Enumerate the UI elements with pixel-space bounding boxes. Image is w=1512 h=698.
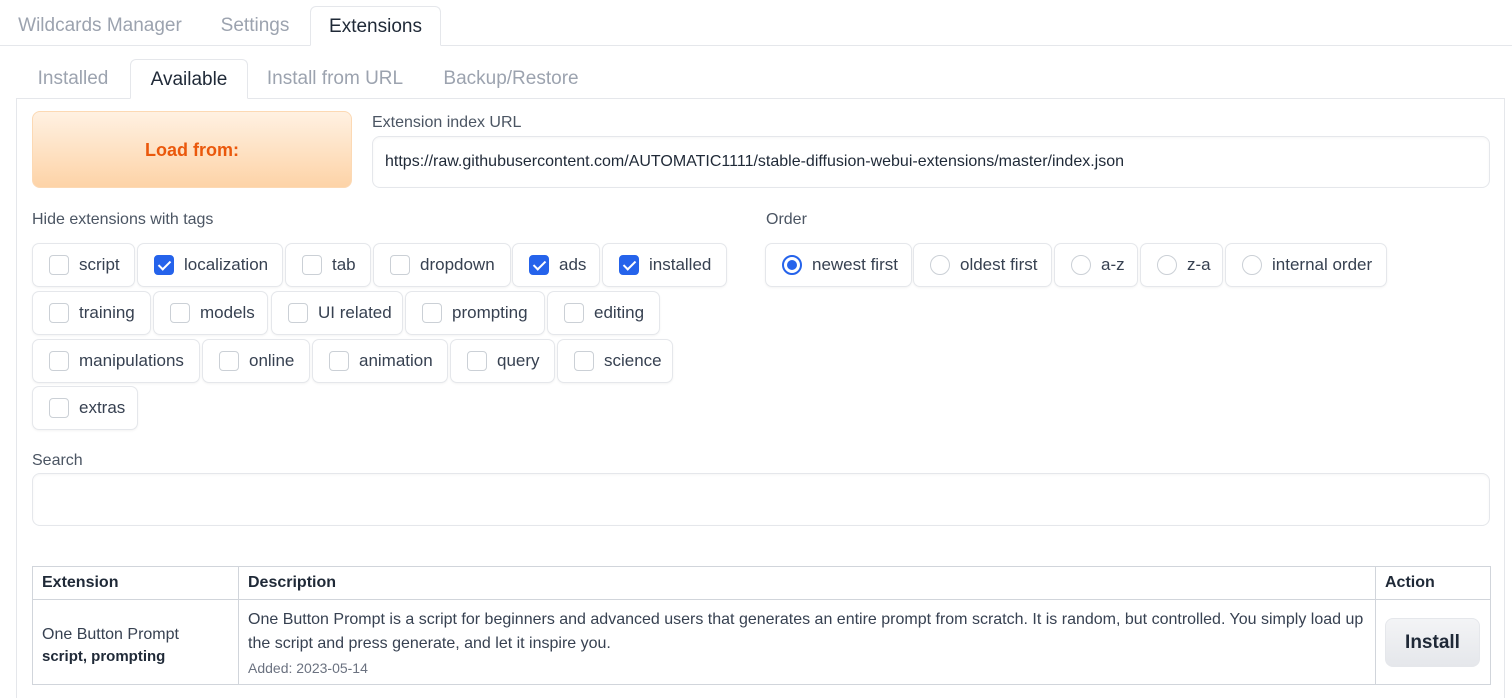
tag-checkbox-prompting[interactable]: prompting xyxy=(405,291,545,335)
tag-label: models xyxy=(200,303,255,322)
order-option-label: internal order xyxy=(1272,255,1373,274)
radio-button[interactable] xyxy=(930,255,950,275)
tag-checkbox-ads[interactable]: ads xyxy=(512,243,600,287)
tag-label: UI related xyxy=(318,303,392,322)
checkbox[interactable] xyxy=(49,351,69,371)
extension-tags: script, prompting xyxy=(42,648,166,665)
checkbox[interactable] xyxy=(574,351,594,371)
checkbox[interactable] xyxy=(564,303,584,323)
tag-label: editing xyxy=(594,303,645,322)
extension-description: One Button Prompt is a script for beginn… xyxy=(248,611,1364,652)
tab-install-from-url[interactable]: Install from URL xyxy=(254,59,416,99)
tag-checkbox-ui-related[interactable]: UI related xyxy=(271,291,403,335)
order-option-label: a-z xyxy=(1101,255,1125,274)
tag-label: query xyxy=(497,351,540,370)
tab-extensions[interactable]: Extensions xyxy=(310,6,441,46)
extension-index-url-label: Extension index URL xyxy=(372,114,522,131)
tab-available[interactable]: Available xyxy=(130,59,248,99)
checkbox[interactable] xyxy=(49,255,69,275)
tag-checkbox-extras[interactable]: extras xyxy=(32,386,138,430)
order-option-label: z-a xyxy=(1187,255,1211,274)
checkbox[interactable] xyxy=(390,255,410,275)
top-tab-bar: Wildcards Manager Settings Extensions xyxy=(0,0,1512,46)
table-header-row: Extension Description Action xyxy=(32,566,1491,600)
tag-label: localization xyxy=(184,255,269,274)
checkbox[interactable] xyxy=(529,255,549,275)
tag-label: installed xyxy=(649,255,712,274)
action-cell: Install xyxy=(1375,599,1491,685)
tag-checkbox-script[interactable]: script xyxy=(32,243,135,287)
tag-checkbox-manipulations[interactable]: manipulations xyxy=(32,339,200,383)
extension-name-link[interactable]: One Button Prompt xyxy=(42,623,229,647)
tag-checkbox-online[interactable]: online xyxy=(202,339,310,383)
column-header-action: Action xyxy=(1375,566,1491,600)
tag-label: prompting xyxy=(452,303,528,322)
column-header-extension: Extension xyxy=(32,566,239,600)
tag-checkbox-science[interactable]: science xyxy=(557,339,673,383)
search-label: Search xyxy=(32,452,83,469)
tag-label: online xyxy=(249,351,295,370)
checkbox[interactable] xyxy=(49,398,69,418)
tag-checkbox-localization[interactable]: localization xyxy=(137,243,283,287)
order-radio-internal-order[interactable]: internal order xyxy=(1225,243,1387,287)
order-radio-newest-first[interactable]: newest first xyxy=(765,243,912,287)
checkbox[interactable] xyxy=(288,303,308,323)
checkbox[interactable] xyxy=(467,351,487,371)
tag-checkbox-models[interactable]: models xyxy=(153,291,268,335)
tag-checkbox-editing[interactable]: editing xyxy=(547,291,660,335)
tab-settings[interactable]: Settings xyxy=(206,6,304,46)
order-label: Order xyxy=(766,211,807,228)
tag-label: tab xyxy=(332,255,356,274)
order-radio-oldest-first[interactable]: oldest first xyxy=(913,243,1052,287)
tag-checkbox-dropdown[interactable]: dropdown xyxy=(373,243,511,287)
tag-checkbox-query[interactable]: query xyxy=(450,339,555,383)
radio-button[interactable] xyxy=(1242,255,1262,275)
extension-index-url-input[interactable]: https://raw.githubusercontent.com/AUTOMA… xyxy=(372,136,1490,188)
checkbox[interactable] xyxy=(329,351,349,371)
tag-label: dropdown xyxy=(420,255,495,274)
tag-label: manipulations xyxy=(79,351,184,370)
tag-label: extras xyxy=(79,398,126,417)
checkbox[interactable] xyxy=(170,303,190,323)
tag-checkbox-training[interactable]: training xyxy=(32,291,151,335)
description-cell: One Button Prompt is a script for beginn… xyxy=(238,599,1376,685)
checkbox[interactable] xyxy=(302,255,322,275)
checkbox[interactable] xyxy=(154,255,174,275)
tag-label: script xyxy=(79,255,120,274)
search-input[interactable] xyxy=(32,473,1490,526)
radio-button[interactable] xyxy=(782,255,802,275)
load-from-button[interactable]: Load from: xyxy=(32,111,352,188)
checkbox[interactable] xyxy=(49,303,69,323)
tab-backup-restore[interactable]: Backup/Restore xyxy=(426,59,596,99)
order-radio-a-z[interactable]: a-z xyxy=(1054,243,1138,287)
tab-installed[interactable]: Installed xyxy=(20,59,126,99)
order-radio-z-a[interactable]: z-a xyxy=(1140,243,1223,287)
checkbox[interactable] xyxy=(219,351,239,371)
table-row: One Button Prompt script, prompting One … xyxy=(32,599,1491,685)
tag-checkbox-installed[interactable]: installed xyxy=(602,243,727,287)
extensions-table: Extension Description Action One Button … xyxy=(32,566,1491,685)
added-date: Added: 2023-05-14 xyxy=(248,660,368,676)
extension-sub-tab-bar: Installed Available Install from URL Bac… xyxy=(16,57,1506,99)
radio-button[interactable] xyxy=(1157,255,1177,275)
hide-tags-label: Hide extensions with tags xyxy=(32,211,214,228)
radio-button[interactable] xyxy=(1071,255,1091,275)
tag-checkbox-animation[interactable]: animation xyxy=(312,339,448,383)
tab-wildcards-manager[interactable]: Wildcards Manager xyxy=(4,6,196,46)
checkbox[interactable] xyxy=(619,255,639,275)
tag-label: training xyxy=(79,303,135,322)
tag-label: animation xyxy=(359,351,433,370)
tag-label: science xyxy=(604,351,662,370)
checkbox[interactable] xyxy=(422,303,442,323)
extension-cell: One Button Prompt script, prompting xyxy=(32,599,239,685)
tag-checkbox-tab[interactable]: tab xyxy=(285,243,371,287)
install-button[interactable]: Install xyxy=(1385,618,1480,667)
order-option-label: oldest first xyxy=(960,255,1038,274)
column-header-description: Description xyxy=(238,566,1376,600)
order-option-label: newest first xyxy=(812,255,898,274)
tag-label: ads xyxy=(559,255,587,274)
